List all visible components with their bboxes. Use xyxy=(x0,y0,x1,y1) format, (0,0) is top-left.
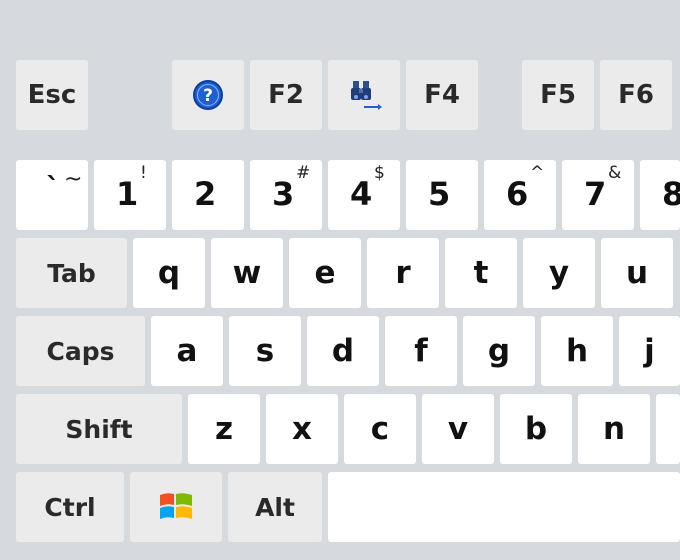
letter-a-key-label: a xyxy=(176,332,198,369)
digit-8-key-main: 8 xyxy=(662,175,680,213)
letter-r-key[interactable]: r xyxy=(367,238,439,308)
letter-t-key-label: t xyxy=(473,254,489,291)
digit-7-key-shift: & xyxy=(608,163,622,183)
letter-j-key[interactable]: j xyxy=(619,316,680,386)
alt-key[interactable]: Alt xyxy=(228,472,322,542)
letter-h-key[interactable]: h xyxy=(541,316,613,386)
letter-x-key-label: x xyxy=(292,410,312,447)
letter-g-key[interactable]: g xyxy=(463,316,535,386)
shift-key-label: Shift xyxy=(65,414,133,444)
letter-d-key-label: d xyxy=(331,332,355,369)
f4-key[interactable]: F4 xyxy=(406,60,478,130)
alt-key-label: Alt xyxy=(255,492,295,522)
letter-s-key-label: s xyxy=(255,332,275,369)
digit-5-key[interactable]: 5 xyxy=(406,160,478,230)
caps-lock-key[interactable]: Caps xyxy=(16,316,145,386)
letter-q-key-label: q xyxy=(157,254,181,291)
f6-key[interactable]: F6 xyxy=(600,60,672,130)
digit-2-key[interactable]: 2 xyxy=(172,160,244,230)
help-question-icon: ? xyxy=(192,79,224,111)
digit-4-key-main: 4 xyxy=(350,175,373,213)
letter-v-key[interactable]: v xyxy=(422,394,494,464)
letter-f-key-label: f xyxy=(414,332,428,369)
digit-3-key-shift: # xyxy=(296,163,311,183)
caps-lock-key-label: Caps xyxy=(46,336,115,366)
on-screen-keyboard: Esc ? F2 F4 F5 F6 ` ~ 1 ! 2 3 # 4 $ 5 6 … xyxy=(0,0,680,560)
digit-6-key-shift: ^ xyxy=(530,163,545,183)
digit-2-key-main: 2 xyxy=(194,175,217,213)
letter-f-key[interactable]: f xyxy=(385,316,457,386)
digit-3-key-main: 3 xyxy=(272,175,295,213)
letter-s-key[interactable]: s xyxy=(229,316,301,386)
f2-key-label: F2 xyxy=(268,80,304,110)
esc-key[interactable]: Esc xyxy=(16,60,88,130)
letter-v-key-label: v xyxy=(447,410,469,447)
letter-g-key-label: g xyxy=(487,332,511,369)
letter-u-key-label: u xyxy=(625,254,649,291)
backtick-key[interactable]: ` ~ xyxy=(16,160,88,230)
letter-b-key-label: b xyxy=(524,410,548,447)
backtick-key-main: ` xyxy=(46,171,60,204)
esc-key-label: Esc xyxy=(27,80,77,110)
letter-j-key-label: j xyxy=(644,332,655,369)
windows-key[interactable] xyxy=(130,472,222,542)
tab-key[interactable]: Tab xyxy=(16,238,127,308)
digit-6-key[interactable]: 6 ^ xyxy=(484,160,556,230)
letter-d-key[interactable]: d xyxy=(307,316,379,386)
digit-7-key[interactable]: 7 & xyxy=(562,160,634,230)
letter-y-key-label: y xyxy=(548,254,570,291)
letter-y-key[interactable]: y xyxy=(523,238,595,308)
letter-w-key[interactable]: w xyxy=(211,238,283,308)
f5-key[interactable]: F5 xyxy=(522,60,594,130)
digit-7-key-main: 7 xyxy=(584,175,607,213)
windows-logo-icon xyxy=(157,489,195,525)
digit-3-key[interactable]: 3 # xyxy=(250,160,322,230)
svg-text:?: ? xyxy=(203,86,213,106)
shift-key[interactable]: Shift xyxy=(16,394,182,464)
digit-1-key-shift: ! xyxy=(140,163,147,183)
tab-key-label: Tab xyxy=(47,258,96,288)
letter-c-key-label: c xyxy=(370,410,390,447)
letter-a-key[interactable]: a xyxy=(151,316,223,386)
search-key[interactable] xyxy=(328,60,400,130)
help-key[interactable]: ? xyxy=(172,60,244,130)
digit-4-key[interactable]: 4 $ xyxy=(328,160,400,230)
f4-key-label: F4 xyxy=(424,80,460,110)
digit-1-key-main: 1 xyxy=(116,175,139,213)
partial-key[interactable] xyxy=(656,394,680,464)
digit-4-key-shift: $ xyxy=(374,163,385,183)
f6-key-label: F6 xyxy=(618,80,654,110)
ctrl-key-label: Ctrl xyxy=(44,492,96,522)
f5-key-label: F5 xyxy=(540,80,576,110)
letter-c-key[interactable]: c xyxy=(344,394,416,464)
letter-b-key[interactable]: b xyxy=(500,394,572,464)
space-bar[interactable] xyxy=(328,472,680,542)
letter-z-key-label: z xyxy=(214,410,234,447)
letter-z-key[interactable]: z xyxy=(188,394,260,464)
letter-h-key-label: h xyxy=(565,332,589,369)
letter-w-key-label: w xyxy=(232,254,262,291)
letter-r-key-label: r xyxy=(395,254,411,291)
ctrl-key[interactable]: Ctrl xyxy=(16,472,124,542)
backtick-key-shift: ~ xyxy=(64,167,83,192)
letter-q-key[interactable]: q xyxy=(133,238,205,308)
binoculars-search-icon xyxy=(344,77,384,113)
letter-n-key-label: n xyxy=(602,410,626,447)
digit-1-key[interactable]: 1 ! xyxy=(94,160,166,230)
digit-8-key[interactable]: 8 xyxy=(640,160,680,230)
letter-u-key[interactable]: u xyxy=(601,238,673,308)
letter-e-key-label: e xyxy=(314,254,336,291)
f2-key[interactable]: F2 xyxy=(250,60,322,130)
digit-5-key-main: 5 xyxy=(428,175,451,213)
letter-n-key[interactable]: n xyxy=(578,394,650,464)
letter-e-key[interactable]: e xyxy=(289,238,361,308)
letter-t-key[interactable]: t xyxy=(445,238,517,308)
digit-6-key-main: 6 xyxy=(506,175,529,213)
letter-x-key[interactable]: x xyxy=(266,394,338,464)
